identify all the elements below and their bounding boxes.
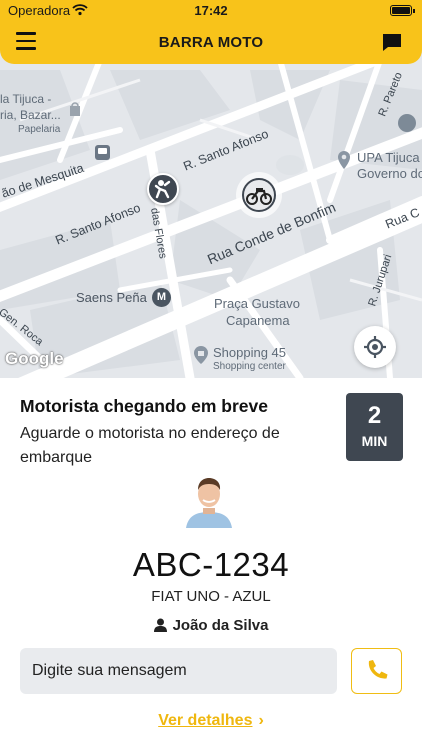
call-driver-button[interactable] xyxy=(351,648,402,694)
map-label-shopping: Shopping 45 xyxy=(213,345,287,360)
driver-name: João da Silva xyxy=(172,617,269,634)
view-details-link[interactable]: Ver detalhes › xyxy=(0,712,422,730)
ride-panel: Motorista chegando em breve Aguarde o mo… xyxy=(0,378,422,750)
chat-bubble-icon[interactable] xyxy=(382,33,404,53)
eta-unit: MIN xyxy=(361,433,388,449)
shopping-bag-icon xyxy=(70,102,80,116)
person-icon xyxy=(153,618,167,632)
locate-me-button[interactable] xyxy=(354,326,396,368)
map-label-tijuca: la Tijuca - xyxy=(0,92,52,106)
map-label-governo: Governo do xyxy=(357,166,422,181)
app-header: Operadora 17:42 BARRA MOTO xyxy=(0,0,422,64)
driver-name-row: João da Silva xyxy=(0,617,422,634)
status-time: 17:42 xyxy=(194,3,228,18)
map-label-praca: Praça Gustavo xyxy=(214,296,300,311)
map-label-papelaria: Papelaria xyxy=(18,124,61,135)
poi-icon xyxy=(398,114,416,132)
driver-avatar xyxy=(182,470,236,528)
shopping-bag-icon xyxy=(194,346,208,364)
ride-status-title: Motorista chegando em breve xyxy=(20,396,268,416)
map-label-upa: UPA Tijuca xyxy=(357,150,420,165)
status-bar: Operadora 17:42 xyxy=(0,0,422,22)
eta-badge: 2 MIN xyxy=(346,393,403,461)
map-label-shopping-center: Shopping center xyxy=(213,361,286,372)
locate-me-icon xyxy=(364,336,386,358)
passenger-pin-icon[interactable] xyxy=(147,173,179,205)
ride-status-subtitle: Aguarde o motorista no endereço de embar… xyxy=(20,425,280,466)
view-details-label: Ver detalhes xyxy=(158,712,253,729)
motorcycle-pin-icon[interactable] xyxy=(236,172,282,218)
vehicle-plate: ABC-1234 xyxy=(132,546,290,583)
bus-stop-icon xyxy=(95,145,110,160)
map-label-capanema: Capanema xyxy=(226,313,290,328)
message-input[interactable] xyxy=(20,648,337,694)
chevron-right-icon: › xyxy=(258,712,264,729)
location-pin-icon xyxy=(338,151,350,169)
eta-value: 2 xyxy=(367,402,382,429)
map-label-bazar: ria, Bazar... xyxy=(0,108,61,122)
metro-icon: M xyxy=(152,288,171,307)
google-logo: Google xyxy=(5,349,64,368)
map-label-saens-pena: Saens Peña xyxy=(76,290,147,305)
vehicle-model: FIAT UNO - AZUL xyxy=(151,588,271,605)
battery-icon xyxy=(390,5,415,16)
phone-icon xyxy=(368,660,388,679)
page-title: BARRA MOTO xyxy=(158,34,264,51)
